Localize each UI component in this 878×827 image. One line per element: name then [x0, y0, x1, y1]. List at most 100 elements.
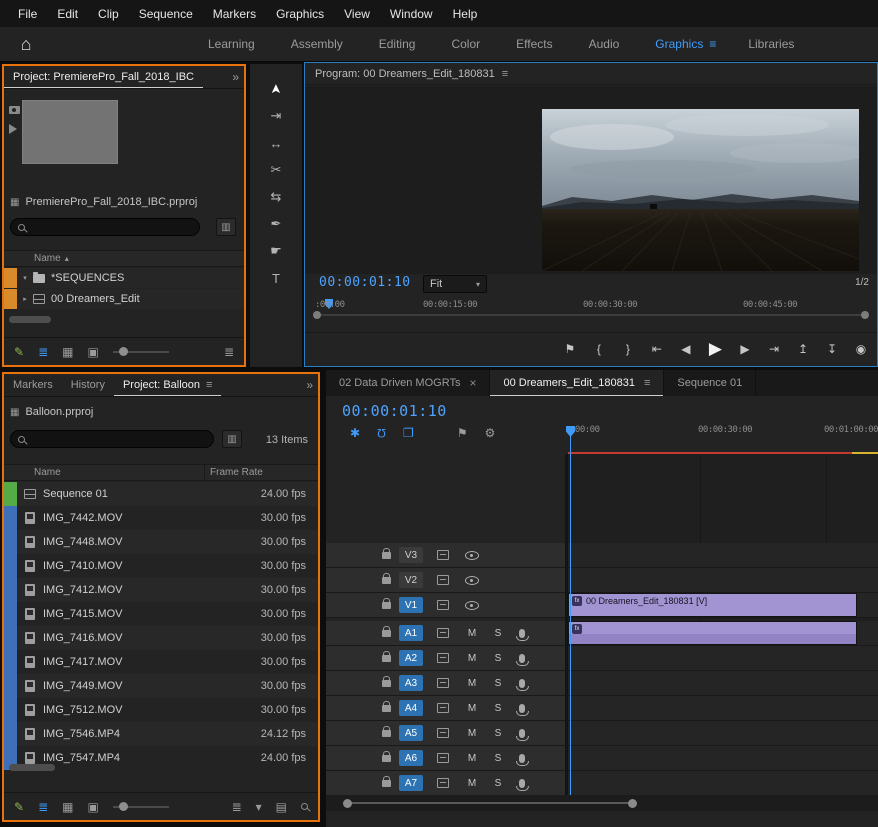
- timeline-settings-button[interactable]: ⚙: [485, 426, 496, 440]
- step-forward-button[interactable]: ▶: [739, 342, 751, 356]
- menu-window[interactable]: Window: [380, 7, 443, 21]
- zoom-slider-knob[interactable]: [119, 347, 128, 356]
- sequence-tab-02-data-driven-mogrts[interactable]: 02 Data Driven MOGRTs×: [326, 370, 490, 396]
- track-badge-v3[interactable]: V3: [399, 547, 423, 563]
- playback-resolution[interactable]: 1/2: [855, 277, 869, 288]
- ripple-edit-tool[interactable]: ↔: [263, 134, 289, 152]
- expander-icon[interactable]: ▸: [17, 295, 33, 303]
- timeline-ruler[interactable]: :00:0000:00:30:0000:01:00:00: [568, 422, 878, 452]
- zoom-slider-knob[interactable]: [119, 802, 128, 811]
- program-zoom-scrollbar[interactable]: [315, 314, 867, 316]
- track-badge-a7[interactable]: A7: [399, 775, 423, 791]
- sort-icons-button[interactable]: ≣: [232, 800, 242, 814]
- track-lane-v2[interactable]: [568, 568, 878, 592]
- sync-lock-icon[interactable]: [437, 753, 449, 763]
- microphone-icon[interactable]: [519, 629, 525, 638]
- program-time-ruler[interactable]: :00:0000:00:15:0000:00:30:0000:00:45:00: [305, 297, 877, 325]
- list-view-button[interactable]: ≣: [38, 345, 48, 359]
- workspace-tab-effects[interactable]: Effects: [498, 37, 570, 51]
- track-lane-a1[interactable]: fx: [568, 621, 878, 645]
- export-frame-button[interactable]: ◉: [855, 342, 867, 356]
- tab-history[interactable]: History: [62, 374, 114, 396]
- type-tool[interactable]: T: [263, 269, 289, 287]
- solo-button[interactable]: S: [491, 628, 505, 639]
- solo-button[interactable]: S: [491, 703, 505, 714]
- track-lane-v1[interactable]: fx00 Dreamers_Edit_180831 [V]: [568, 593, 878, 617]
- bin-row-img-7512-mov[interactable]: IMG_7512.MOV30.00 fps: [4, 698, 318, 722]
- microphone-icon[interactable]: [519, 729, 525, 738]
- bin-row-img-7416-mov[interactable]: IMG_7416.MOV30.00 fps: [4, 626, 318, 650]
- track-lane-a2[interactable]: [568, 646, 878, 670]
- panel-overflow-chevron[interactable]: »: [232, 70, 239, 84]
- list-column-header[interactable]: Name Frame Rate: [4, 464, 318, 481]
- step-back-button[interactable]: ◀: [680, 342, 692, 356]
- tab-markers[interactable]: Markers: [4, 374, 62, 396]
- bin-row-img-7415-mov[interactable]: IMG_7415.MOV30.00 fps: [4, 602, 318, 626]
- bin-row-img-7449-mov[interactable]: IMG_7449.MOV30.00 fps: [4, 674, 318, 698]
- freeform-view-button[interactable]: ▣: [87, 800, 98, 814]
- solo-button[interactable]: S: [491, 653, 505, 664]
- sort-direction-button[interactable]: ▾: [256, 800, 262, 814]
- sync-lock-icon[interactable]: [437, 550, 449, 560]
- timeline-scroll-handle[interactable]: [346, 802, 634, 804]
- linked-selection-toggle[interactable]: ❐: [403, 426, 414, 440]
- workspace-tab-libraries[interactable]: Libraries: [730, 37, 812, 51]
- icon-view-button[interactable]: ▦: [62, 345, 73, 359]
- menu-graphics[interactable]: Graphics: [266, 7, 334, 21]
- search-filter-button[interactable]: ▥: [222, 430, 242, 448]
- toggle-track-output-icon[interactable]: [465, 576, 479, 585]
- track-badge-v2[interactable]: V2: [399, 572, 423, 588]
- track-lane-a5[interactable]: [568, 721, 878, 745]
- slip-tool[interactable]: ⇆: [263, 188, 289, 206]
- track-badge-a4[interactable]: A4: [399, 700, 423, 716]
- bin-row-img-7417-mov[interactable]: IMG_7417.MOV30.00 fps: [4, 650, 318, 674]
- sync-lock-icon[interactable]: [437, 728, 449, 738]
- workspace-tab-assembly[interactable]: Assembly: [273, 37, 361, 51]
- zoom-level-select[interactable]: Fit ▾: [423, 275, 487, 293]
- mark-in-button[interactable]: {: [593, 342, 605, 356]
- add-marker-button[interactable]: ⚑: [457, 426, 468, 440]
- menu-view[interactable]: View: [334, 7, 380, 21]
- solo-button[interactable]: S: [491, 728, 505, 739]
- hand-tool[interactable]: ☛: [263, 242, 289, 260]
- sync-lock-icon[interactable]: [437, 703, 449, 713]
- menu-edit[interactable]: Edit: [47, 7, 88, 21]
- workspace-tab-audio[interactable]: Audio: [571, 37, 638, 51]
- program-timecode[interactable]: 00:00:01:10: [319, 275, 411, 290]
- timeline-playhead-line[interactable]: [570, 428, 571, 795]
- track-lane-a3[interactable]: [568, 671, 878, 695]
- bin-row-img-7546-mp4[interactable]: IMG_7546.MP424.12 fps: [4, 722, 318, 746]
- menu-clip[interactable]: Clip: [88, 7, 129, 21]
- mute-button[interactable]: M: [465, 778, 479, 789]
- sequence-tab-sequence-01[interactable]: Sequence 01: [664, 370, 756, 396]
- microphone-icon[interactable]: [519, 654, 525, 663]
- solo-button[interactable]: S: [491, 778, 505, 789]
- menu-file[interactable]: File: [8, 7, 47, 21]
- bin-row-00-dreamers-edit[interactable]: ▸00 Dreamers_Edit: [4, 289, 244, 309]
- bin-row-img-7410-mov[interactable]: IMG_7410.MOV30.00 fps: [4, 554, 318, 578]
- panel-menu-icon[interactable]: ≡: [502, 68, 508, 80]
- mute-button[interactable]: M: [465, 628, 479, 639]
- go-to-in-button[interactable]: ⇤: [651, 342, 663, 356]
- sync-lock-icon[interactable]: [437, 628, 449, 638]
- microphone-icon[interactable]: [519, 704, 525, 713]
- track-badge-a3[interactable]: A3: [399, 675, 423, 691]
- menu-sequence[interactable]: Sequence: [129, 7, 203, 21]
- track-lane-a6[interactable]: [568, 746, 878, 770]
- pen-tool[interactable]: ✒: [263, 215, 289, 233]
- find-button[interactable]: [301, 803, 308, 810]
- mute-button[interactable]: M: [465, 728, 479, 739]
- play-preview-icon[interactable]: [9, 124, 17, 134]
- timeline-horizontal-scrollbar[interactable]: [326, 795, 878, 811]
- mute-button[interactable]: M: [465, 653, 479, 664]
- panel-menu-icon[interactable]: ≡: [644, 377, 650, 389]
- bin-row-sequences[interactable]: ▾*SEQUENCES: [4, 268, 244, 288]
- sync-lock-icon[interactable]: [437, 653, 449, 663]
- solo-button[interactable]: S: [491, 678, 505, 689]
- track-lane-a7[interactable]: [568, 771, 878, 795]
- icon-view-button[interactable]: ▦: [62, 800, 73, 814]
- lock-icon[interactable]: [382, 630, 391, 637]
- zoom-handle-left[interactable]: [343, 799, 352, 808]
- sort-icons-button[interactable]: ≣: [224, 345, 234, 359]
- sync-lock-icon[interactable]: [437, 575, 449, 585]
